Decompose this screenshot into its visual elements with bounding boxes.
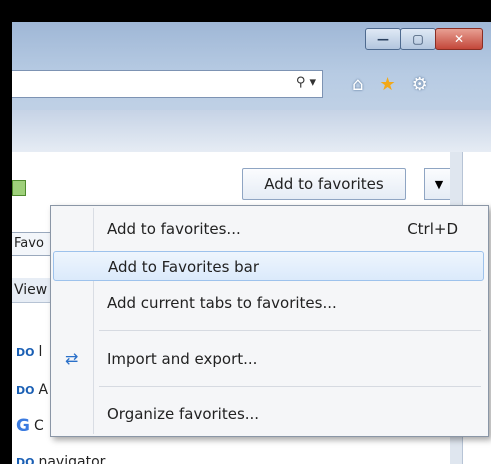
bookmark-icon: DO bbox=[16, 383, 35, 397]
minimize-button[interactable]: — bbox=[365, 28, 401, 50]
google-icon: G bbox=[16, 416, 30, 436]
menu-item-label: Add current tabs to favorites... bbox=[107, 294, 337, 312]
menu-item-add-current-tabs[interactable]: Add current tabs to favorites... bbox=[53, 288, 484, 318]
menu-separator bbox=[99, 330, 481, 331]
menu-item-add-to-favorites[interactable]: Add to favorites... Ctrl+D bbox=[53, 214, 484, 244]
bookmark-icon: DO bbox=[16, 345, 35, 359]
list-item-label: navigator bbox=[38, 454, 106, 464]
add-to-favorites-button[interactable]: Add to favorites bbox=[242, 168, 406, 200]
list-item[interactable]: DO navigator bbox=[16, 454, 105, 464]
star-icon[interactable]: ★ bbox=[379, 74, 395, 95]
frame-bottom bbox=[12, 110, 491, 152]
import-export-icon: ⇄ bbox=[65, 349, 79, 368]
menu-item-label: Add to favorites... bbox=[107, 220, 241, 238]
menu-item-shortcut: Ctrl+D bbox=[407, 220, 458, 238]
nav-toolbar: ⌂ ★ ⚙ bbox=[352, 74, 428, 95]
menu-item-label: Organize favorites... bbox=[107, 405, 260, 423]
menu-item-organize-favorites[interactable]: Organize favorites... bbox=[53, 399, 484, 429]
list-item[interactable]: DO A bbox=[16, 382, 48, 398]
page-icon bbox=[12, 180, 26, 196]
close-button[interactable]: ✕ bbox=[435, 28, 483, 50]
list-item-label: l bbox=[38, 344, 43, 360]
menu-item-add-to-favorites-bar[interactable]: Add to Favorites bar bbox=[53, 251, 484, 281]
maximize-button[interactable]: ▢ bbox=[400, 28, 436, 50]
list-item-label: A bbox=[38, 382, 49, 398]
home-icon[interactable]: ⌂ bbox=[352, 74, 363, 95]
list-item[interactable]: DO l bbox=[16, 344, 42, 360]
address-bar[interactable]: ⚲ ▾ bbox=[12, 70, 323, 98]
list-item-label: C bbox=[33, 418, 44, 434]
menu-separator bbox=[99, 386, 481, 387]
caption-buttons: — ▢ ✕ bbox=[365, 28, 483, 50]
menu-item-import-export[interactable]: ⇄ Import and export... bbox=[53, 344, 484, 374]
window-frame: — ▢ ✕ ⚲ ▾ ⌂ ★ ⚙ bbox=[12, 22, 491, 152]
gear-icon[interactable]: ⚙ bbox=[412, 74, 428, 95]
list-item[interactable]: G C bbox=[16, 416, 44, 436]
bookmark-icon: DO bbox=[16, 455, 35, 464]
menu-item-label: Add to Favorites bar bbox=[108, 258, 260, 276]
search-icon[interactable]: ⚲ ▾ bbox=[296, 75, 316, 90]
add-favorites-menu: Add to favorites... Ctrl+D Add to Favori… bbox=[50, 205, 489, 437]
menu-item-label: Import and export... bbox=[107, 350, 258, 368]
